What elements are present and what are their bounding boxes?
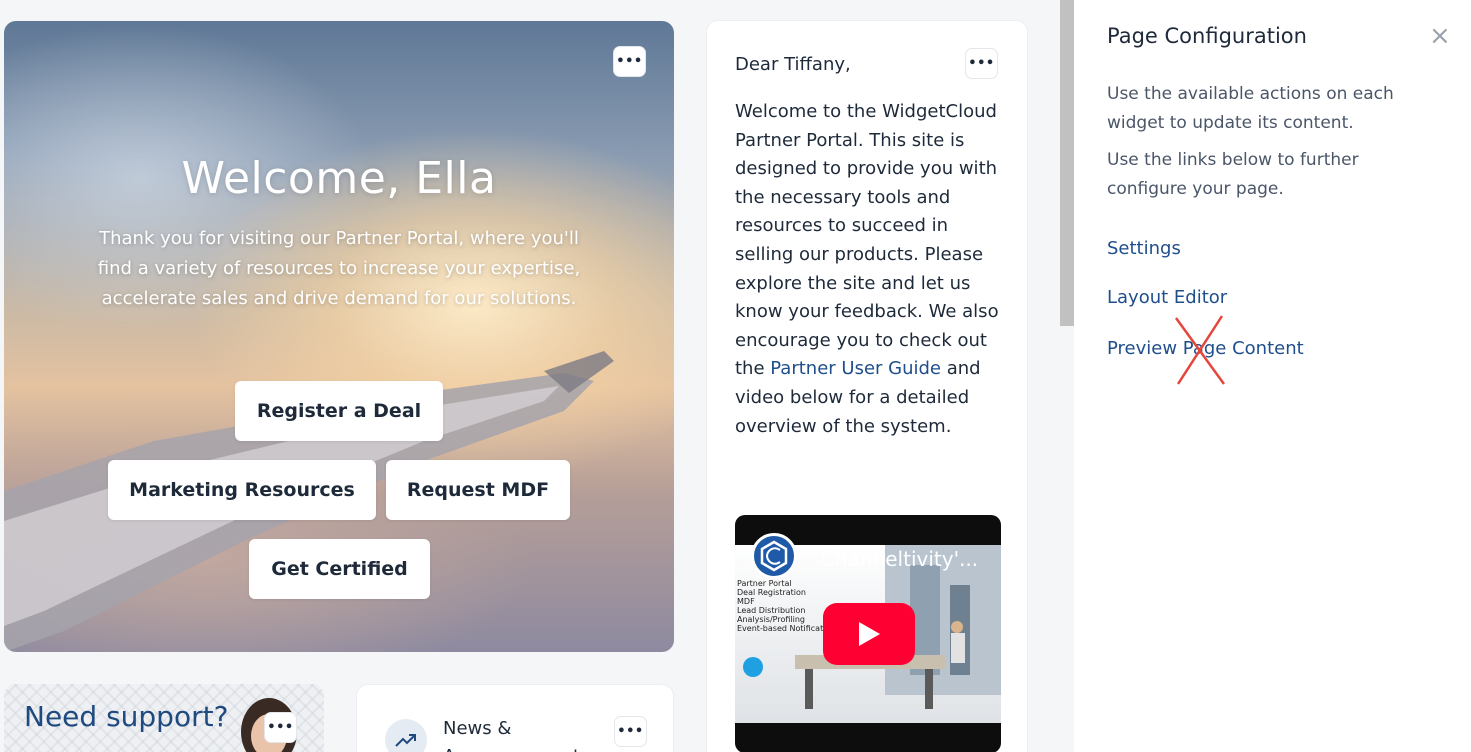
news-menu-button[interactable]: ••• bbox=[614, 716, 647, 747]
letter-greeting: Dear Tiffany, bbox=[735, 54, 851, 75]
letter-menu-button[interactable]: ••• bbox=[965, 48, 998, 79]
panel-description: Use the available actions on each widget… bbox=[1107, 84, 1394, 133]
layout-editor-link[interactable]: Layout Editor bbox=[1107, 287, 1227, 308]
trending-up-icon bbox=[385, 719, 427, 752]
hero-title: Welcome, Ella bbox=[181, 153, 497, 204]
close-icon[interactable]: × bbox=[1429, 22, 1451, 50]
settings-link[interactable]: Settings bbox=[1107, 238, 1181, 259]
video-list-item: Event-based Notification bbox=[737, 624, 836, 633]
video-feature-list: Partner Portal Deal Registration MDF Lea… bbox=[737, 579, 835, 633]
partner-user-guide-link[interactable]: Partner User Guide bbox=[770, 358, 941, 379]
register-deal-button[interactable]: Register a Deal bbox=[235, 381, 443, 441]
video-player[interactable]: Channeltivity'... Partner Portal Deal Re… bbox=[735, 515, 1001, 752]
annotation-x-mark bbox=[1174, 315, 1226, 385]
more-icon: ••• bbox=[616, 54, 643, 69]
video-list-item: MDF bbox=[737, 597, 755, 606]
welcome-letter-card: Dear Tiffany, ••• Welcome to the WidgetC… bbox=[706, 20, 1028, 752]
more-icon: ••• bbox=[617, 724, 644, 739]
news-label: News & Announcements bbox=[443, 715, 589, 752]
video-list-item: Analysis/Profiling bbox=[737, 615, 805, 624]
page-configuration-panel: Page Configuration × Use the available a… bbox=[1074, 0, 1471, 752]
panel-description-links: Use the links below to further configure… bbox=[1107, 150, 1359, 199]
need-support-card[interactable]: Need support? ••• bbox=[4, 684, 324, 752]
video-list-item: Deal Registration bbox=[737, 588, 806, 597]
letter-body: Welcome to the WidgetCloud Partner Porta… bbox=[735, 98, 1007, 441]
channel-logo-icon bbox=[751, 533, 797, 579]
hero-description: Thank you for visiting our Partner Porta… bbox=[97, 228, 581, 309]
play-button[interactable] bbox=[823, 603, 915, 665]
welcome-hero-card: Welcome, Ella Thank you for visiting our… bbox=[4, 21, 674, 652]
video-title: Channeltivity'... bbox=[821, 547, 979, 571]
scrollbar-thumb[interactable] bbox=[1060, 0, 1074, 326]
support-title: Need support? bbox=[24, 700, 229, 733]
support-menu-button[interactable]: ••• bbox=[264, 712, 297, 743]
news-label-line: News & bbox=[443, 718, 512, 739]
play-icon bbox=[859, 622, 880, 646]
hero-menu-button[interactable]: ••• bbox=[613, 46, 646, 77]
request-mdf-button[interactable]: Request MDF bbox=[386, 460, 570, 520]
video-list-item: Partner Portal bbox=[737, 579, 792, 588]
panel-title: Page Configuration bbox=[1107, 24, 1307, 48]
more-icon: ••• bbox=[968, 56, 995, 71]
marketing-resources-button[interactable]: Marketing Resources bbox=[108, 460, 376, 520]
video-list-item: Lead Distribution bbox=[737, 606, 806, 615]
get-certified-button[interactable]: Get Certified bbox=[249, 539, 430, 599]
letter-body-text: Welcome to the WidgetCloud Partner Porta… bbox=[735, 101, 999, 380]
more-icon: ••• bbox=[267, 720, 294, 735]
news-announcements-card[interactable]: News & Announcements ••• bbox=[356, 684, 674, 752]
news-label-line: Announcements bbox=[443, 743, 589, 752]
